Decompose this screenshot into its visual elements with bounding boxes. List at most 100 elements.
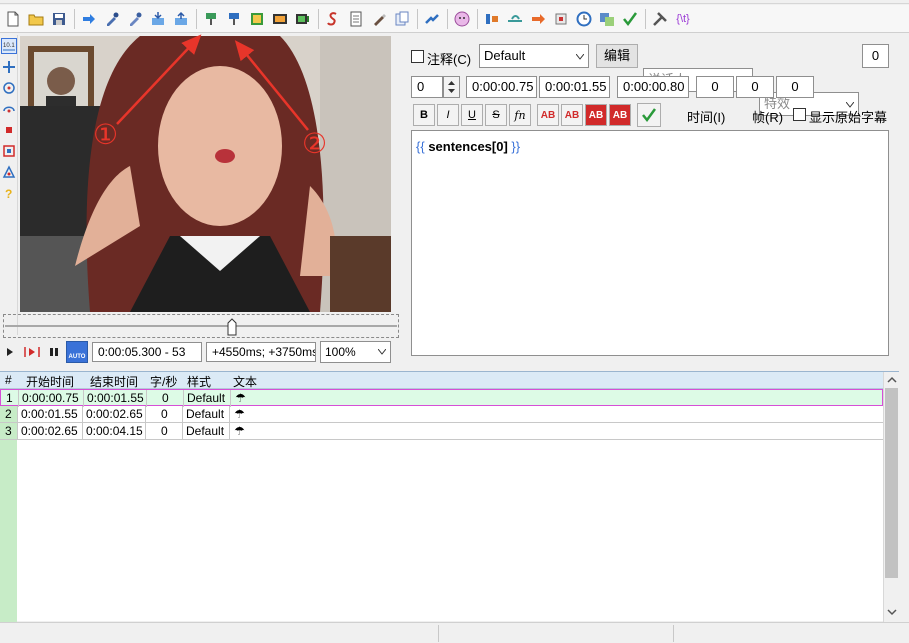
- dropper-icon[interactable]: [101, 8, 123, 30]
- font-button[interactable]: fn: [509, 104, 531, 126]
- header-text[interactable]: 文本: [233, 373, 257, 390]
- pause-icon[interactable]: [44, 342, 64, 362]
- underline-button[interactable]: U: [461, 104, 483, 126]
- scroll-down-icon[interactable]: [885, 606, 899, 618]
- effect-number-field[interactable]: 0: [862, 44, 889, 68]
- dropper-alt-icon[interactable]: [124, 8, 146, 30]
- margin-vertical-field[interactable]: 0: [776, 76, 814, 98]
- margin-left-field[interactable]: 0: [696, 76, 734, 98]
- open-folder-icon[interactable]: [25, 8, 47, 30]
- strikeout-button[interactable]: S: [485, 104, 507, 126]
- standard-tool-icon[interactable]: 10.1: [1, 38, 17, 54]
- play-icon[interactable]: [0, 342, 20, 362]
- arrow-icon[interactable]: [527, 8, 549, 30]
- end-time-field[interactable]: 0:00:01.55: [539, 76, 610, 98]
- play-line-icon[interactable]: [22, 342, 42, 362]
- jump-icon[interactable]: [504, 8, 526, 30]
- new-file-icon[interactable]: [2, 8, 24, 30]
- help-icon[interactable]: ?: [1, 185, 17, 201]
- row-text-icon: ☂: [234, 407, 245, 421]
- style-icon[interactable]: [322, 8, 344, 30]
- face-icon[interactable]: [451, 8, 473, 30]
- header-number[interactable]: #: [5, 373, 12, 387]
- properties-icon[interactable]: [345, 8, 367, 30]
- frame-radio-label: 帧(R): [752, 110, 784, 125]
- bold-button[interactable]: B: [413, 104, 435, 126]
- style-select[interactable]: Default: [479, 44, 589, 68]
- cell-divider: [183, 390, 184, 407]
- move-tool-icon[interactable]: [1, 59, 17, 75]
- video-display[interactable]: [20, 36, 391, 312]
- chevron-down-icon: [576, 54, 584, 60]
- header-style[interactable]: 样式: [187, 373, 211, 390]
- attach-icon[interactable]: [391, 8, 413, 30]
- clip-vector-icon[interactable]: [1, 164, 17, 180]
- menu-bar: [0, 0, 909, 4]
- cell-divider: [18, 390, 19, 407]
- cell-divider: [182, 406, 183, 423]
- grid-scrollbar[interactable]: [883, 372, 899, 622]
- layer-field[interactable]: 0: [411, 76, 443, 98]
- scrollbar-thumb[interactable]: [885, 388, 898, 578]
- auto-label: AUTO: [68, 354, 86, 360]
- status-bar: [0, 622, 909, 643]
- export-icon[interactable]: [170, 8, 192, 30]
- subtitle-text-editor[interactable]: {{ sentences[0] }}: [411, 130, 889, 356]
- snap-icon[interactable]: [246, 8, 268, 30]
- tools-icon[interactable]: [649, 8, 671, 30]
- cell-divider: [145, 423, 146, 440]
- scroll-up-icon[interactable]: [885, 374, 899, 386]
- commit-button[interactable]: [637, 103, 661, 127]
- margin-right-field[interactable]: 0: [736, 76, 774, 98]
- clock-icon[interactable]: [573, 8, 595, 30]
- set-end-icon[interactable]: [223, 8, 245, 30]
- time-radio-label: 时间(I): [687, 110, 726, 125]
- film-icon[interactable]: [269, 8, 291, 30]
- underline-label: U: [468, 109, 476, 121]
- film-alt-icon[interactable]: [292, 8, 314, 30]
- shadow-color-button[interactable]: AB: [609, 104, 631, 126]
- rotate-z-icon[interactable]: [1, 80, 17, 96]
- seek-thumb[interactable]: [227, 318, 237, 336]
- spinner-arrows-icon: [448, 81, 455, 93]
- translate-icon[interactable]: [421, 8, 443, 30]
- offset-display[interactable]: +4550ms; +3750ms: [206, 342, 316, 362]
- spellcheck-icon[interactable]: [619, 8, 641, 30]
- header-start[interactable]: 开始时间: [26, 373, 74, 390]
- brush-icon[interactable]: [368, 8, 390, 30]
- duration-field[interactable]: 0:00:00.80: [617, 76, 689, 98]
- layer-spinner[interactable]: [443, 76, 460, 98]
- rotate-xy-icon[interactable]: [1, 101, 17, 117]
- outline-color-button[interactable]: AB: [585, 104, 607, 126]
- show-original-checkbox[interactable]: [793, 108, 806, 121]
- visual-tools-toolbar: 10.1 ?: [0, 35, 18, 335]
- comment-checkbox[interactable]: [411, 50, 424, 63]
- scale-icon[interactable]: [1, 122, 17, 138]
- secondary-color-button[interactable]: AB: [561, 104, 583, 126]
- table-row[interactable]: 1 0:00:00.75 0:00:01.55 0 Default ☂: [0, 389, 883, 407]
- shift-icon[interactable]: [481, 8, 503, 30]
- row-start: 0:00:02.65: [21, 424, 78, 438]
- stop-icon[interactable]: [550, 8, 572, 30]
- outline-color-label: AB: [588, 109, 604, 121]
- regex-icon[interactable]: {\t}: [672, 8, 694, 30]
- secondary-color-label: AB: [564, 109, 580, 121]
- save-icon[interactable]: [48, 8, 70, 30]
- primary-color-button[interactable]: AB: [537, 104, 559, 126]
- table-row[interactable]: 3 0:00:02.65 0:00:04.15 0 Default ☂: [0, 423, 883, 440]
- italic-button[interactable]: I: [437, 104, 459, 126]
- clip-rect-icon[interactable]: [1, 143, 17, 159]
- table-row[interactable]: 2 0:00:01.55 0:00:02.65 0 Default ☂: [0, 406, 883, 423]
- set-start-icon[interactable]: [200, 8, 222, 30]
- import-icon[interactable]: [147, 8, 169, 30]
- edit-style-button[interactable]: 编辑: [596, 44, 638, 68]
- header-end[interactable]: 结束时间: [90, 373, 138, 390]
- resample-icon[interactable]: [596, 8, 618, 30]
- start-time-field[interactable]: 0:00:00.75: [466, 76, 537, 98]
- time-display[interactable]: 0:00:05.300 - 53: [92, 342, 202, 362]
- header-cps[interactable]: 字/秒: [150, 373, 177, 390]
- zoom-select[interactable]: 100%: [320, 341, 391, 363]
- arrow-right-icon[interactable]: [78, 8, 100, 30]
- auto-scroll-button[interactable]: AUTO: [66, 341, 88, 363]
- checkmark-icon: [642, 108, 657, 123]
